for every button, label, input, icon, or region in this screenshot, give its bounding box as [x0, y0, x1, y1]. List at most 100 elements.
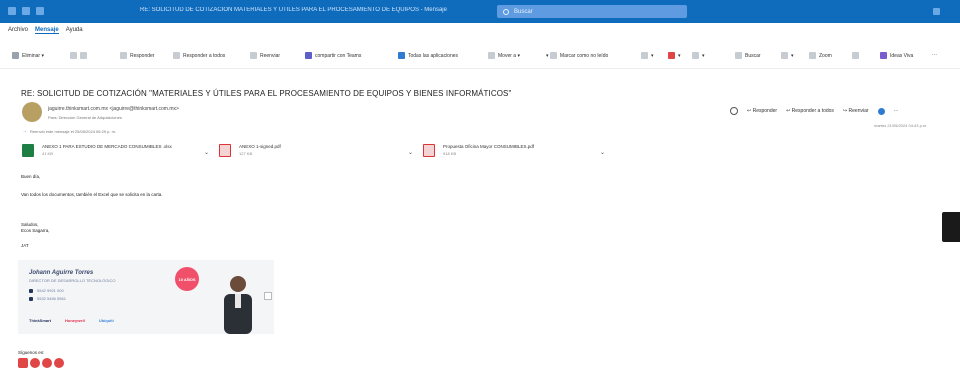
teams-icon	[305, 52, 312, 59]
attachment-xlsx[interactable]: ANEXO 1 PARA ESTUDIO DE MERCADO CONSUMIB…	[22, 144, 172, 157]
avatar[interactable]	[22, 102, 42, 122]
menu-tabs: Archivo Mensaje Ayuda	[8, 27, 83, 34]
translate-button[interactable]: ▾	[781, 52, 794, 59]
window-title: RE: SOLICITUD DE COTIZACIÓN MATERIALES Y…	[140, 7, 447, 13]
reply-icon	[120, 52, 127, 59]
badge-text: 10 AÑOS	[178, 276, 196, 282]
all-apps-button[interactable]: Todas las aplicaciones	[398, 52, 458, 59]
tab-ayuda[interactable]: Ayuda	[66, 27, 83, 34]
signature-photo	[224, 276, 252, 334]
window-controls-icon[interactable]	[933, 8, 940, 15]
reply-action-label: Responder	[752, 108, 778, 114]
mark-unread-label: Marcar como no leído	[559, 52, 609, 59]
quick-access-toolbar	[8, 7, 44, 15]
attachment-name: Propuesta Oficina Mayor CONSUMIBLES.pdf	[443, 144, 535, 149]
search-box[interactable]: Buscar	[497, 5, 687, 18]
archive-icon	[70, 52, 77, 59]
reply-all-label: Responder a todos	[183, 52, 226, 59]
teams-share-icon[interactable]	[877, 107, 885, 115]
forward-arrow-icon: →	[22, 128, 27, 134]
attachment-menu-chevron-icon[interactable]: ⌄	[600, 149, 605, 156]
search-label: Buscar	[514, 8, 533, 15]
move-label: Mover a	[498, 52, 517, 59]
message-subject: RE: SOLICITUD DE COTIZACIÓN "MATERIALES …	[21, 89, 512, 98]
attachment-size: 127 KB	[239, 151, 253, 156]
apps-label: Todas las aplicaciones	[408, 52, 459, 59]
linkedin-icon[interactable]	[30, 358, 40, 368]
body-closing: Saludos,	[21, 222, 39, 227]
more-actions-button[interactable]: ···	[894, 108, 899, 114]
trash-icon	[12, 52, 19, 59]
teams-label: compartir con Teams	[315, 52, 362, 59]
signature-name: Johann Aguirre Torres	[29, 270, 94, 276]
reply-all-action[interactable]: ↩ Responder a todos	[786, 108, 834, 114]
forwarded-text: Reenvió este mensaje el 25/05/2024 06:29…	[30, 128, 117, 134]
attachment-name: ANEXO 1-signed.pdf	[239, 144, 281, 149]
reaction-icon[interactable]	[730, 107, 738, 115]
attachment-pdf-proposal[interactable]: Propuesta Oficina Mayor CONSUMIBLES.pdf …	[423, 144, 534, 157]
email-signature: Johann Aguirre Torres DIRECTOR DE DESARR…	[18, 260, 274, 334]
message-actions: ↩ Responder ↩ Responder a todos ↪ Reenvi…	[730, 107, 899, 115]
attachment-pdf-signed[interactable]: ANEXO 1-signed.pdf 127 KB	[219, 144, 281, 157]
scan-border-artifact	[942, 212, 960, 242]
flag-button[interactable]: ▾	[668, 52, 681, 59]
save-icon[interactable]	[22, 7, 30, 15]
forward-action-label: Reenviar	[848, 108, 869, 114]
share-teams-button[interactable]: compartir con Teams	[305, 52, 361, 59]
zoom-button[interactable]: Zoom	[809, 52, 832, 59]
policy-button[interactable]: ▾	[692, 52, 705, 59]
title-bar: RE: SOLICITUD DE COTIZACIÓN MATERIALES Y…	[0, 0, 960, 23]
signature-phone-1: 5542 9921 000	[29, 288, 64, 293]
follow-us-label: Síguenos en:	[18, 350, 45, 355]
zoom-icon	[809, 52, 816, 59]
pdf-icon	[219, 144, 231, 157]
report-icon	[80, 52, 87, 59]
delete-label: Eliminar	[22, 52, 41, 59]
attachment-menu-chevron-icon[interactable]: ⌄	[408, 149, 413, 156]
archive-button[interactable]	[70, 52, 90, 59]
sender-address[interactable]: jaguirre.thinksmart.com.mx <jaguirre@thi…	[48, 106, 179, 112]
body-greeting: Buen día,	[21, 174, 41, 179]
facebook-icon[interactable]	[42, 358, 52, 368]
tag-icon	[641, 52, 648, 59]
delete-button[interactable]: Eliminar ▾	[12, 52, 44, 59]
translate-icon	[781, 52, 788, 59]
attachment-menu-chevron-icon[interactable]: ⌄	[204, 149, 209, 156]
signature-brands: ThinkSmart Honeywell Ubiquiti	[29, 318, 114, 323]
reply-all-action-label: Responder a todos	[791, 108, 834, 114]
phone-1-text: 5542 9921 000	[37, 288, 64, 293]
signature-phone-2: 5532 5456 5561	[29, 296, 66, 301]
tab-mensaje[interactable]: Mensaje	[35, 27, 59, 34]
mark-unread-button[interactable]: ▾ Marcar como no leído	[546, 52, 608, 59]
ribbon-more-button[interactable]: ···	[932, 52, 937, 58]
reply-label: Responder	[130, 52, 155, 59]
forward-icon	[250, 52, 257, 59]
reader-icon	[852, 52, 859, 59]
search-button[interactable]: Buscar	[735, 52, 761, 59]
youtube-icon[interactable]	[18, 358, 28, 368]
ribbon-more-label: ···	[932, 52, 937, 58]
apps-icon	[398, 52, 405, 59]
tab-archivo[interactable]: Archivo	[8, 27, 28, 34]
anniversary-badge: 10 AÑOS	[175, 267, 199, 291]
categorize-button[interactable]: ▾	[641, 52, 654, 59]
phone-icon	[29, 288, 33, 293]
reply-button[interactable]: Responder	[120, 52, 154, 59]
folder-move-icon	[488, 52, 495, 59]
social-icons	[18, 358, 64, 368]
forward-button[interactable]: Reenviar	[250, 52, 280, 59]
signature-role: DIRECTOR DE DESARROLLO TECNOLÓGICO	[29, 278, 116, 283]
envelope-icon	[549, 52, 557, 59]
immersive-reader-button[interactable]	[852, 52, 862, 59]
signature-side-icon	[264, 292, 272, 300]
move-button[interactable]: Mover a ▾	[488, 52, 520, 59]
viva-icon	[880, 52, 887, 59]
reply-all-button[interactable]: Responder a todos	[173, 52, 225, 59]
reply-action[interactable]: ↩ Responder	[747, 108, 777, 114]
forward-action[interactable]: ↪ Reenviar	[843, 108, 869, 114]
instagram-icon[interactable]	[54, 358, 64, 368]
flag-icon	[668, 52, 675, 59]
undo-icon[interactable]	[36, 7, 44, 15]
ideas-viva-button[interactable]: Ideas Viva	[880, 52, 913, 59]
body-initials: JAT	[21, 243, 29, 248]
